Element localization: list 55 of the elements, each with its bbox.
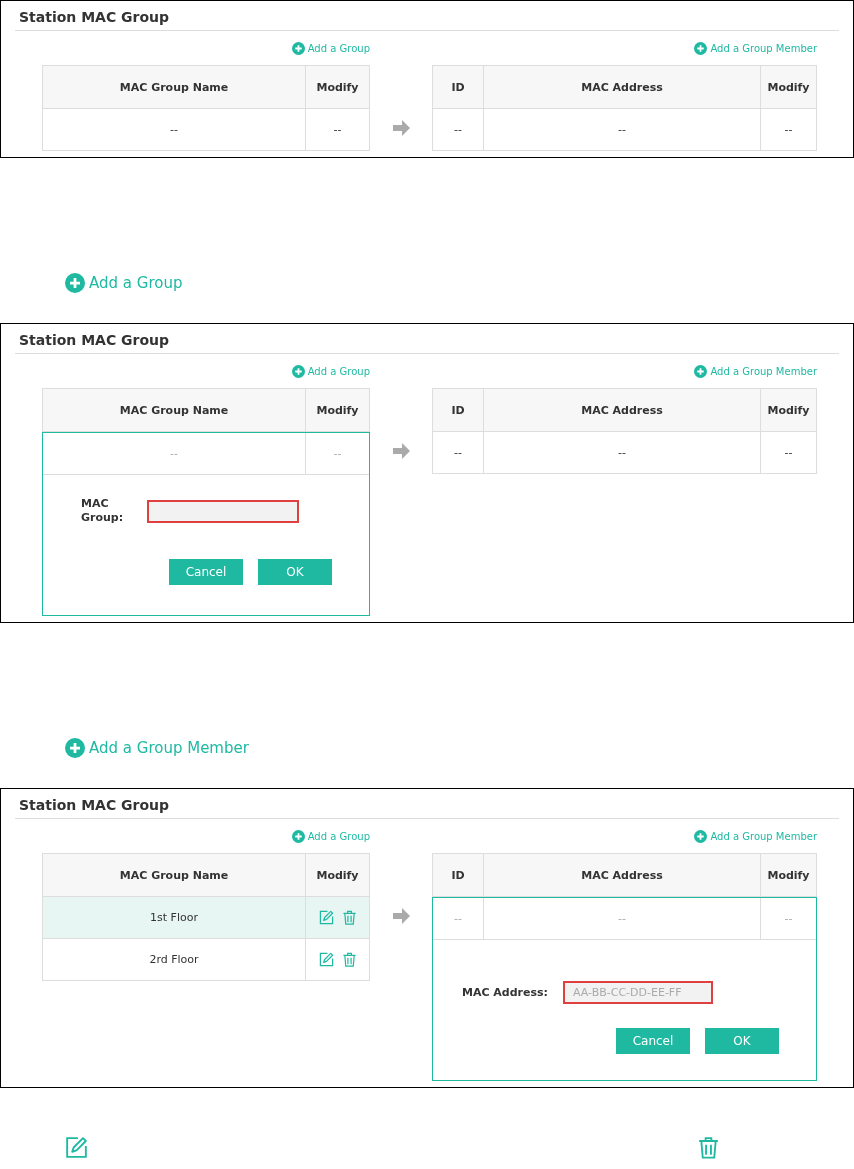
table-row[interactable]: -- -- --: [433, 432, 816, 474]
cancel-button[interactable]: Cancel: [169, 559, 243, 585]
column-header: MAC Address: [483, 389, 760, 431]
table-cell-text: --: [453, 122, 463, 138]
table-cell-text: 2rd Floor: [148, 952, 200, 968]
table-row[interactable]: 1st Floor: [43, 897, 369, 939]
add-link[interactable]: Add a Group: [65, 272, 183, 294]
table-cell: --: [760, 432, 816, 473]
column-header: Modify: [305, 854, 369, 896]
column-header: Modify: [305, 66, 369, 108]
panel-title: Station MAC Group: [15, 324, 839, 354]
add-member-link[interactable]: Add a Group Member: [694, 819, 817, 853]
ok-button[interactable]: OK: [705, 1028, 779, 1054]
column-header: Modify: [760, 389, 816, 431]
table-cell: --: [483, 898, 760, 939]
add-group-link[interactable]: Add a Group: [291, 354, 370, 388]
panel-title: Station MAC Group: [15, 1, 839, 31]
text-field[interactable]: AA-BB-CC-DD-EE-FF: [563, 981, 713, 1004]
add-member-link[interactable]: Add a Group Member: [694, 31, 817, 65]
panel-title: Station MAC Group: [15, 789, 839, 819]
add-group-link[interactable]: Add a Group: [291, 31, 370, 65]
table-cell: --: [760, 898, 816, 939]
table-row[interactable]: -- --: [43, 109, 369, 151]
cancel-button[interactable]: Cancel: [616, 1028, 690, 1054]
column-header: Modify: [305, 389, 369, 431]
table-row[interactable]: 2rd Floor: [43, 939, 369, 981]
column-header: Modify: [760, 854, 816, 896]
add-member-link[interactable]: Add a Group Member: [694, 354, 817, 388]
field-label: MAC Address:: [461, 986, 549, 999]
column-header: ID: [450, 402, 466, 419]
table-cell-text: --: [453, 911, 463, 927]
table-cell: --: [760, 109, 816, 150]
column-header: MAC Group Name: [118, 402, 230, 419]
table-cell-text: --: [169, 446, 179, 462]
column-header: ID: [450, 79, 466, 96]
column-header: MAC Address: [483, 854, 760, 896]
column-header: ID: [450, 867, 466, 884]
field-label: MAC Group:: [81, 497, 125, 525]
table-cell-text: 1st Floor: [149, 910, 199, 926]
table-row[interactable]: -- -- --: [433, 898, 816, 940]
column-header: MAC Address: [483, 66, 760, 108]
table-row[interactable]: -- --: [43, 433, 369, 475]
table-row[interactable]: -- -- --: [433, 109, 816, 151]
table-cell: --: [483, 432, 760, 473]
table-cell-text: --: [169, 122, 179, 138]
add-group-link[interactable]: Add a Group: [291, 819, 370, 853]
column-header: MAC Group Name: [118, 867, 230, 884]
table-cell: --: [305, 433, 369, 474]
table-cell: --: [305, 109, 369, 150]
ok-button[interactable]: OK: [258, 559, 332, 585]
add-link[interactable]: Add a Group Member: [65, 737, 249, 759]
column-header: Modify: [760, 66, 816, 108]
table-cell: --: [483, 109, 760, 150]
column-header: MAC Group Name: [118, 79, 230, 96]
table-cell-text: --: [453, 445, 463, 461]
